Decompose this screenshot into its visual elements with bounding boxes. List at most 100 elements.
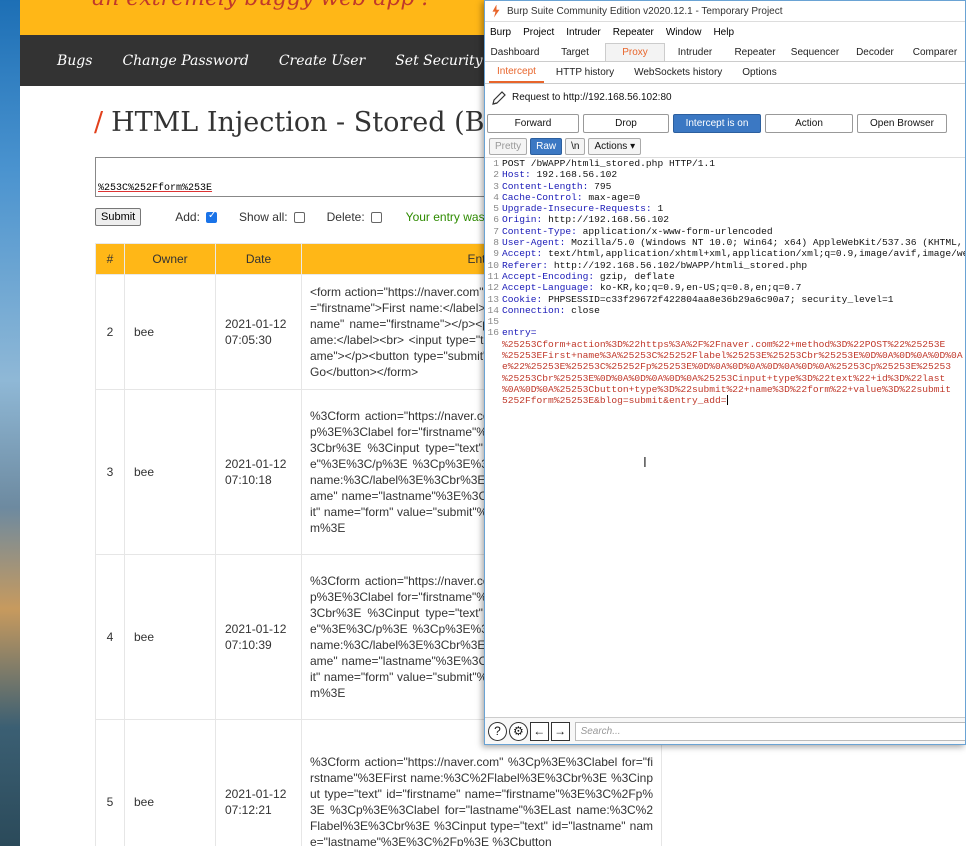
entry-textarea[interactable]: %253C%252Fform%253E (95, 157, 515, 197)
line-number-blank (485, 339, 502, 350)
add-label: Add: (175, 210, 200, 224)
body-text: %25253Cbr%25253E%0D%0A%0D%0A%0D%0A%25253… (502, 372, 946, 384)
request-line: 9 Accept: text/html,application/xhtml+xml… (485, 248, 966, 260)
tab-proxy[interactable]: Proxy (604, 43, 666, 61)
menu-window[interactable]: Window (666, 27, 702, 38)
tab-sequencer[interactable]: Sequencer (785, 44, 845, 61)
arrow-left-icon[interactable]: ← (529, 721, 549, 741)
request-body-line: e%22%25253E%25253C%25252Fp%25253E%0D%0A%… (485, 361, 965, 372)
add-checkbox[interactable] (205, 210, 217, 223)
burp-menubar: Burp Project Intruder Repeater Window He… (485, 22, 965, 42)
col-owner: Owner (124, 243, 216, 275)
show-all-label: Show all: (238, 210, 288, 224)
pretty-toggle[interactable]: Pretty (489, 137, 528, 155)
line-number: 12 (487, 282, 499, 294)
arrow-right-icon[interactable]: → (550, 721, 570, 741)
row-num: 2 (95, 274, 125, 390)
burp-title-text: Burp Suite Community Edition v2020.12.1 … (507, 5, 783, 17)
row-owner: bee (124, 389, 216, 555)
help-icon[interactable]: ? (488, 721, 507, 741)
header-name: Content-Type: (502, 225, 577, 237)
row-num: 3 (95, 389, 125, 555)
line-number: 8 (493, 237, 499, 249)
gear-icon[interactable]: ⚙ (508, 721, 528, 741)
row-date-time: 07:05:30 (225, 333, 272, 347)
entry-value: %253C%252Fform%253E (98, 183, 213, 194)
request-line: 16 entry= (485, 327, 965, 339)
row-date-day: 2021-01-12 (225, 622, 287, 636)
header-name: entry= (502, 327, 537, 339)
subtab-options[interactable]: Options (734, 63, 784, 82)
body-text: %25253Cform+action%3D%22https%3A%2F%2Fna… (502, 338, 946, 350)
menu-repeater[interactable]: Repeater (613, 27, 654, 38)
header-value: close (565, 304, 600, 316)
burp-logo-icon (492, 4, 500, 18)
page-title: / HTML Injection - Stored (Blog) (94, 107, 537, 138)
header-value: Mozilla/5.0 (Windows NT 10.0; Win64; x64… (571, 237, 963, 249)
subtab-http-history[interactable]: HTTP history (548, 63, 622, 82)
body-text: %0A%0D%0A%25253Cbutton+type%3D%22submit%… (502, 383, 952, 395)
header-value: http://192.168.56.102 (542, 214, 669, 226)
header-name: Accept: (502, 248, 543, 260)
nav-bugs[interactable]: Bugs (57, 53, 92, 69)
subtab-intercept[interactable]: Intercept (489, 62, 544, 83)
tab-decoder[interactable]: Decoder (845, 44, 905, 61)
header-value: ko-KR,ko;q=0.9,en-US;q=0.8,en;q=0.7 (594, 282, 802, 294)
tab-comparer[interactable]: Comparer (905, 44, 965, 61)
menu-project[interactable]: Project (523, 27, 554, 38)
action-button[interactable]: Action (765, 113, 853, 133)
request-line: 12 Accept-Language: ko-KR,ko;q=0.9,en-US;… (485, 282, 965, 294)
body-text: 5252Fform%25253E&blog=submit&entry_add= (502, 395, 727, 407)
search-input[interactable]: Search... (574, 721, 965, 741)
burp-window: Burp Suite Community Edition v2020.12.1 … (484, 0, 966, 745)
menu-burp[interactable]: Burp (490, 27, 511, 38)
nav-create-user[interactable]: Create User (279, 53, 365, 69)
line-number: 3 (493, 180, 499, 192)
tab-intruder[interactable]: Intruder (665, 44, 725, 61)
row-date-day: 2021-01-12 (225, 457, 287, 471)
row-date-day: 2021-01-12 (225, 787, 287, 801)
request-editor[interactable]: 1 POST /bWAPP/htmli_stored.php HTTP/1.1 2 H… (485, 157, 966, 719)
show-all-checkbox[interactable] (293, 211, 305, 223)
line-number-blank (485, 361, 502, 372)
title-text: HTML Injection - Stored (Blog) (111, 107, 538, 138)
tab-dashboard[interactable]: Dashboard (485, 44, 545, 61)
subtab-websockets-history[interactable]: WebSockets history (626, 63, 730, 82)
newline-toggle[interactable]: \n (565, 137, 586, 155)
line-number: 9 (493, 248, 499, 260)
intercept-toggle-button[interactable]: Intercept is on (673, 113, 761, 133)
menu-help[interactable]: Help (713, 27, 734, 38)
raw-toggle[interactable]: Raw (530, 137, 563, 155)
delete-checkbox[interactable] (370, 211, 382, 223)
drop-button[interactable]: Drop (583, 113, 669, 133)
header-name: Upgrade-Insecure-Requests: (502, 203, 652, 215)
tab-repeater[interactable]: Repeater (725, 44, 785, 61)
header-value: http://192.168.56.102/bWAPP/htmli_stored… (548, 259, 808, 271)
tab-target[interactable]: Target (545, 44, 605, 61)
request-line: 1 POST /bWAPP/htmli_stored.php HTTP/1.1 (485, 158, 965, 169)
row-date: 2021-01-12 07:05:30 (215, 274, 302, 390)
col-date: Date (215, 243, 302, 275)
submit-button[interactable]: Submit (95, 208, 142, 226)
text-cursor-icon: I (643, 456, 647, 471)
line-number: 15 (487, 316, 499, 328)
line-number: 1 (493, 158, 499, 169)
delete-label: Delete: (326, 210, 365, 224)
header-name: Accept-Encoding: (502, 270, 595, 282)
header-name: Referer: (502, 259, 549, 271)
actions-label: Actions (594, 140, 628, 152)
request-line: 15 (485, 316, 965, 328)
actions-dropdown[interactable]: Actions ▾ (588, 137, 642, 155)
row-date-day: 2021-01-12 (225, 317, 287, 331)
request-line: 4 Cache-Control: max-age=0 (485, 192, 965, 203)
forward-button[interactable]: Forward (487, 113, 579, 133)
burp-main-tabs: Dashboard Target Proxy Intruder Repeater… (485, 42, 965, 62)
col-num: # (95, 243, 125, 275)
open-browser-button[interactable]: Open Browser (857, 113, 947, 133)
menu-intruder[interactable]: Intruder (566, 27, 600, 38)
nav-change-password[interactable]: Change Password (122, 53, 248, 69)
request-body-line: 5252Fform%25253E&blog=submit&entry_add= (485, 395, 965, 407)
header-name: Accept-Language: (502, 282, 595, 294)
header-value: text/html,application/xhtml+xml,applicat… (542, 248, 966, 260)
header-name: Connection: (502, 304, 566, 316)
